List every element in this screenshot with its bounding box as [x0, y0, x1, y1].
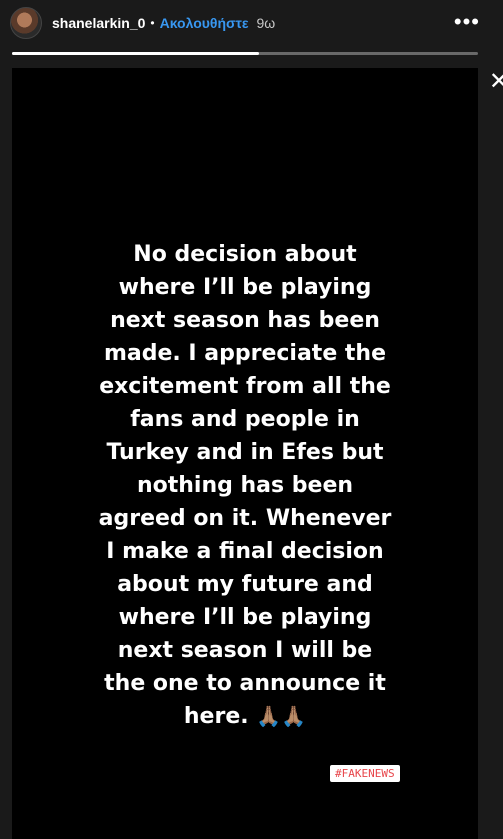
- avatar[interactable]: [10, 7, 42, 39]
- separator-dot: •: [150, 16, 155, 30]
- story-text: No decision about where I’ll be playing …: [32, 238, 458, 733]
- timestamp: 9ω: [256, 15, 276, 31]
- more-options-icon[interactable]: •••: [454, 11, 480, 33]
- hashtag-sticker[interactable]: #FAKENEWS: [330, 765, 400, 782]
- story-message: No decision about where I’ll be playing …: [98, 242, 392, 729]
- follow-button[interactable]: Ακολουθήστε: [160, 15, 249, 31]
- story-progress-bar: [12, 52, 478, 55]
- close-icon[interactable]: ✕: [489, 70, 503, 94]
- praying-hands-emoji: 🙏🏽🙏🏽: [256, 704, 307, 728]
- story-progress-fill: [12, 52, 259, 55]
- story-header: shanelarkin_0 • Ακολουθήστε 9ω •••: [10, 7, 480, 39]
- username[interactable]: shanelarkin_0: [52, 15, 145, 31]
- story-content[interactable]: No decision about where I’ll be playing …: [12, 68, 478, 839]
- story-viewer: shanelarkin_0 • Ακολουθήστε 9ω ••• No de…: [0, 0, 503, 839]
